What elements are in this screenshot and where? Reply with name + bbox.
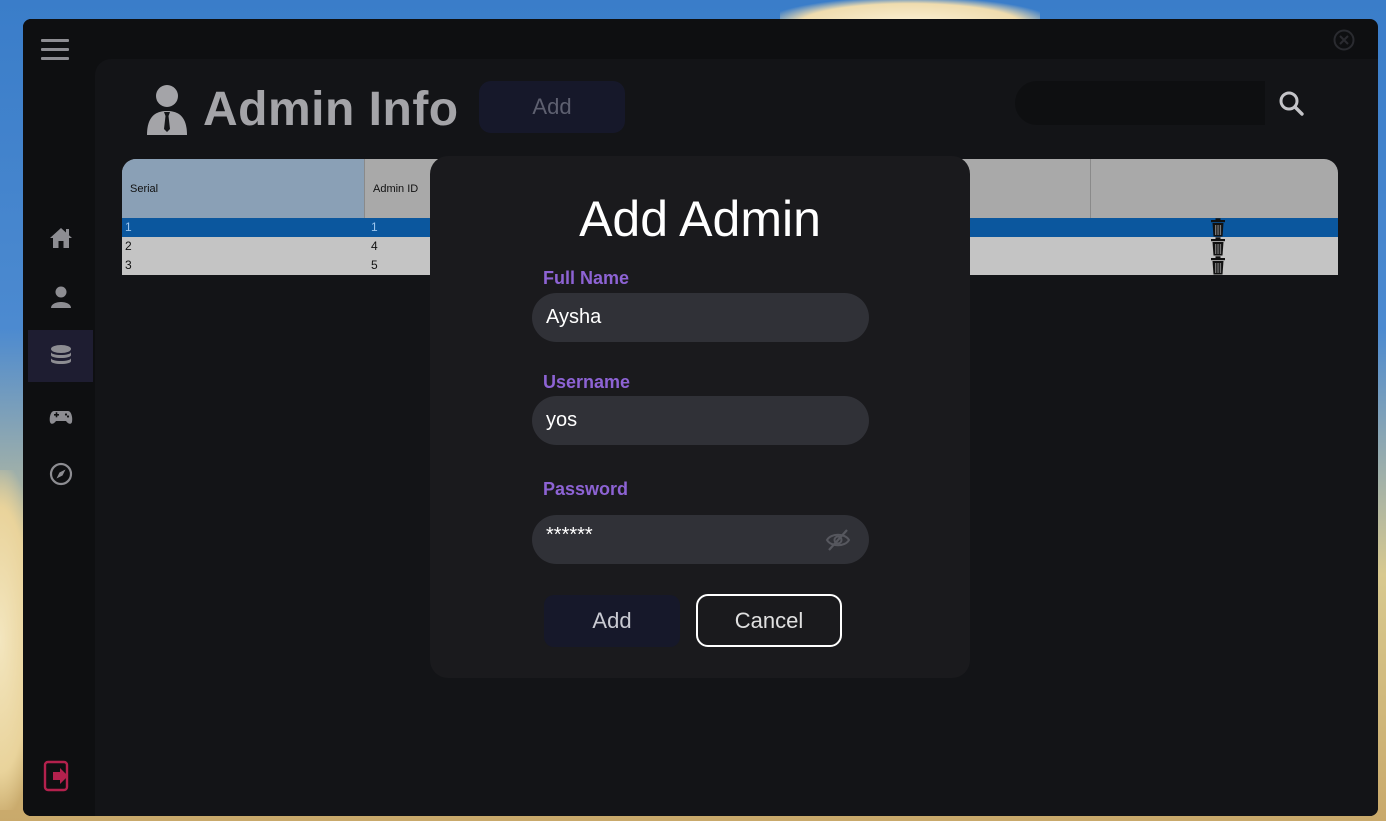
gamepad-icon bbox=[49, 411, 72, 424]
home-icon bbox=[49, 228, 72, 248]
close-icon bbox=[1333, 29, 1355, 51]
compass-icon bbox=[49, 462, 72, 486]
sidebar-item-user[interactable] bbox=[28, 271, 93, 323]
username-input[interactable] bbox=[532, 396, 869, 445]
search-input[interactable] bbox=[1015, 81, 1265, 125]
delete-trash-icon[interactable] bbox=[1210, 256, 1226, 275]
password-input[interactable] bbox=[532, 511, 869, 560]
hamburger-menu-icon[interactable] bbox=[41, 39, 69, 63]
database-icon bbox=[50, 345, 71, 364]
username-label: Username bbox=[543, 372, 631, 392]
sidebar-item-explore[interactable] bbox=[28, 448, 93, 500]
cell-serial: 2 bbox=[125, 239, 132, 253]
close-window-button[interactable] bbox=[1333, 29, 1355, 51]
cell-serial: 3 bbox=[125, 258, 132, 272]
toggle-password-visibility[interactable] bbox=[825, 527, 851, 553]
search-button[interactable] bbox=[1277, 89, 1305, 117]
dialog-cancel-button[interactable]: Cancel bbox=[696, 594, 842, 647]
sidebar bbox=[23, 19, 95, 816]
admin-user-icon bbox=[147, 85, 187, 135]
cell-action bbox=[1208, 237, 1338, 256]
password-label: Password bbox=[543, 479, 629, 499]
eye-slash-icon bbox=[825, 529, 851, 551]
dialog-title: Add Admin bbox=[579, 191, 821, 247]
full-name-label: Full Name bbox=[543, 268, 630, 288]
delete-trash-icon[interactable] bbox=[1210, 218, 1226, 237]
search-icon bbox=[1279, 91, 1304, 116]
user-icon bbox=[50, 286, 71, 308]
cell-action bbox=[1208, 218, 1338, 237]
logout-icon bbox=[43, 760, 69, 792]
username-field bbox=[532, 396, 869, 445]
sidebar-item-home[interactable] bbox=[28, 212, 93, 264]
search-box bbox=[1015, 81, 1265, 125]
delete-trash-icon[interactable] bbox=[1210, 237, 1226, 256]
column-header-actions[interactable] bbox=[1091, 159, 1338, 218]
sidebar-item-database[interactable] bbox=[28, 330, 93, 382]
full-name-field bbox=[532, 293, 869, 342]
page-title: Admin Info bbox=[203, 82, 459, 136]
full-name-input[interactable] bbox=[532, 293, 869, 342]
add-admin-button[interactable]: Add bbox=[479, 81, 625, 133]
sidebar-item-games[interactable] bbox=[28, 390, 93, 442]
page-header: Admin Info bbox=[143, 81, 459, 137]
cell-serial: 1 bbox=[125, 220, 132, 234]
cell-action bbox=[1208, 256, 1338, 275]
dialog-add-button[interactable]: Add bbox=[544, 595, 680, 647]
logout-button[interactable] bbox=[43, 759, 73, 793]
add-admin-dialog: Add Admin Full Name Username Password Ad… bbox=[430, 156, 970, 678]
column-header-serial[interactable]: Serial bbox=[122, 159, 365, 218]
password-field bbox=[532, 511, 869, 564]
